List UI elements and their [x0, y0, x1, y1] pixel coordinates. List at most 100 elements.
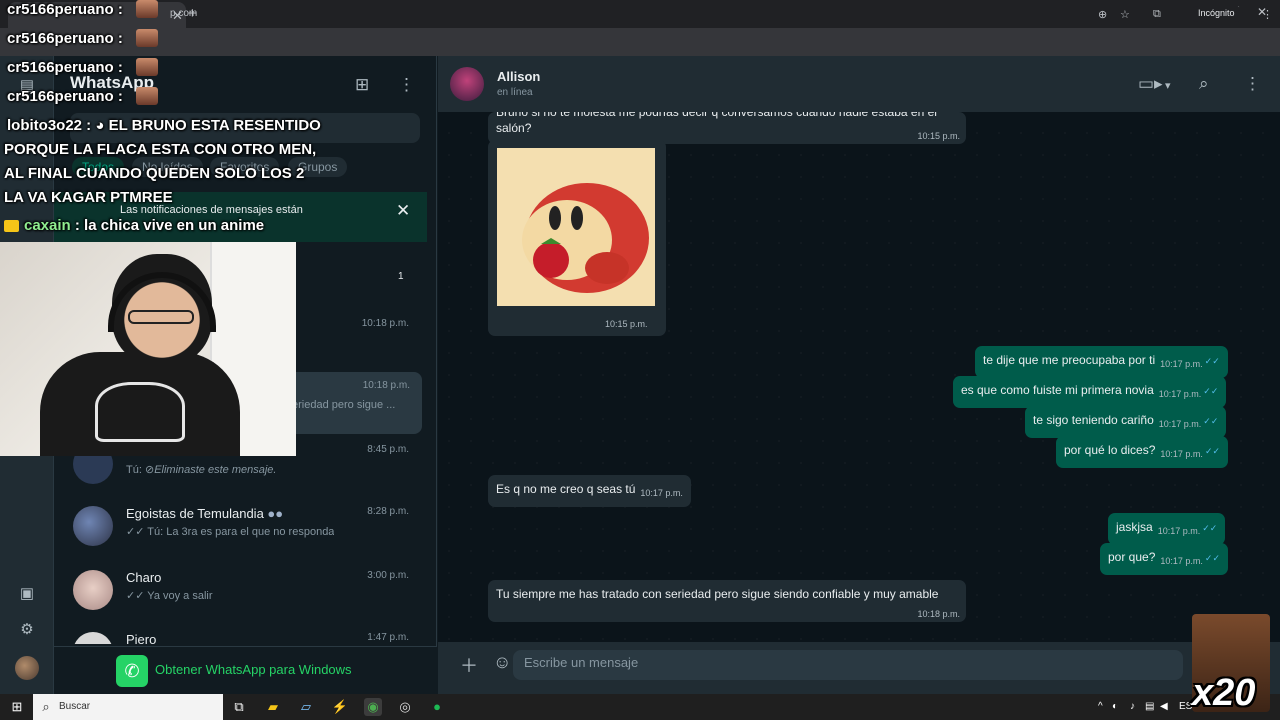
- contact-name[interactable]: Allison: [497, 69, 540, 84]
- stream-chat-user: cr5166peruano: [7, 88, 114, 105]
- avatar: [73, 506, 113, 546]
- message-time: 10:17 p.m.: [1160, 359, 1203, 369]
- extensions-icon[interactable]: ⧉: [1153, 8, 1161, 21]
- notepad-icon[interactable]: ▱: [297, 698, 315, 716]
- stream-chat-user: cr5166peruano: [7, 1, 114, 18]
- browser-menu-icon[interactable]: ⋮: [1262, 8, 1273, 21]
- stream-chat-text: EL BRUNO ESTA RESENTIDO: [108, 117, 321, 134]
- double-check-icon: ✓✓: [126, 526, 145, 538]
- stream-chat-line: PORQUE LA FLACA ESTA CON OTRO MEN,: [4, 141, 317, 158]
- emote-icon: [136, 0, 158, 18]
- address-bar[interactable]: [0, 28, 1280, 56]
- message-incoming: Tu siempre me has tratado con seriedad p…: [488, 580, 966, 622]
- stream-chat-line: AL FINAL CUANDO QUEDEN SOLO LOS 2: [4, 165, 305, 182]
- task-view-icon[interactable]: ⧉: [230, 698, 248, 716]
- chat-preview: Tú: ⊘Eliminaste este mensaje.: [126, 463, 276, 476]
- contact-avatar[interactable]: [450, 67, 484, 101]
- message-time: 10:15 p.m.: [605, 319, 648, 329]
- attach-plus-icon[interactable]: ＋: [460, 652, 478, 678]
- chat-list-item[interactable]: Egoistas de Temulandia ●● 8:28 p.m. ✓✓ T…: [54, 498, 427, 560]
- chat-time: 8:28 p.m.: [367, 506, 409, 517]
- media-icon[interactable]: ▣: [17, 584, 37, 604]
- crown-icon: [4, 220, 19, 232]
- windows-start-icon[interactable]: ⊞: [8, 698, 26, 716]
- get-app-banner[interactable]: ✆ Obtener WhatsApp para Windows: [54, 646, 437, 694]
- emote-icon: [136, 29, 158, 47]
- chat-preview: ✓✓ Ya voy a salir: [126, 589, 213, 602]
- read-ticks-icon: ✓✓: [1204, 356, 1220, 366]
- shirt-pattern: [95, 382, 185, 442]
- new-chat-icon[interactable]: ⊞: [355, 75, 369, 95]
- read-ticks-icon: ✓✓: [1203, 416, 1219, 426]
- emote-icon: ◕: [95, 117, 105, 134]
- tray-chevron-icon[interactable]: ^: [1098, 701, 1103, 712]
- message-text: te sigo teniendo cariño: [1033, 413, 1154, 427]
- read-ticks-icon: ✓✓: [1203, 386, 1219, 396]
- network-icon[interactable]: ▤: [1145, 701, 1154, 712]
- chat-list-item[interactable]: Charo 3:00 p.m. ✓✓ Ya voy a salir: [54, 562, 427, 624]
- stream-chat-text: la chica vive en un anime: [84, 217, 265, 234]
- read-ticks-icon: ✓✓: [1202, 523, 1218, 533]
- message-text: Bruno si no te molesta me podrías decir …: [496, 112, 937, 135]
- chat-list-item[interactable]: Piero 1:47 p.m.: [54, 624, 427, 644]
- stream-chat-line: cr5166peruano :: [7, 59, 123, 76]
- volume-icon[interactable]: ◀: [1160, 701, 1168, 712]
- chat-preview-text: Eliminaste este mensaje.: [154, 464, 277, 476]
- message-outgoing: jaskjsa 10:17 p.m. ✓✓: [1108, 513, 1226, 545]
- whatsapp-logo-icon: ✆: [116, 655, 148, 687]
- glasses: [128, 310, 194, 324]
- menu-icon[interactable]: ⋮: [1244, 74, 1261, 94]
- message-outgoing: es que como fuiste mi primera novia 10:17…: [953, 376, 1227, 408]
- message-time: 10:17 p.m.: [1157, 526, 1201, 536]
- message-outgoing: por que? 10:17 p.m. ✓✓: [1100, 543, 1228, 575]
- menu-icon[interactable]: ⋮: [398, 75, 415, 95]
- incognito-badge[interactable]: Incógnito: [1190, 6, 1243, 22]
- message-time: 10:17 p.m.: [1158, 419, 1202, 429]
- chat-name-text: Egoistas de Temulandia: [126, 506, 264, 521]
- stream-chat-line: cr5166peruano :: [7, 1, 123, 18]
- get-app-label[interactable]: Obtener WhatsApp para Windows: [155, 662, 352, 677]
- unread-badge: 1: [398, 271, 404, 282]
- app-icon[interactable]: ⚡: [331, 698, 349, 716]
- chrome-icon[interactable]: ◉: [364, 698, 382, 716]
- message-text: es que como fuiste mi primera novia: [961, 383, 1154, 397]
- stream-chat-line: LA VA KAGAR PTMREE: [4, 189, 173, 206]
- tray-app-icon[interactable]: ◐: [1112, 701, 1118, 712]
- close-icon[interactable]: ✕: [396, 201, 410, 221]
- chat-time: 10:18 p.m.: [361, 318, 409, 329]
- video-call-icon[interactable]: ▭▸: [1138, 74, 1163, 94]
- bookmark-star-icon[interactable]: ☆: [1120, 8, 1130, 21]
- emoji-icon[interactable]: ☺: [493, 652, 511, 673]
- profile-avatar[interactable]: [15, 656, 39, 680]
- emote-icon: [136, 58, 158, 76]
- url-text[interactable]: p.com: [170, 8, 197, 19]
- file-explorer-icon[interactable]: ▰: [264, 698, 282, 716]
- chat-name: Piero: [126, 632, 157, 644]
- chat-time: 3:00 p.m.: [367, 570, 409, 581]
- deleted-icon: ⊘: [144, 464, 155, 476]
- double-check-icon: ✓✓: [126, 590, 145, 602]
- search-icon[interactable]: ⌕: [1199, 74, 1209, 94]
- mic-icon[interactable]: ♪: [1130, 701, 1135, 712]
- stream-chat-user: cr5166peruano: [7, 30, 114, 47]
- chat-time: 8:45 p.m.: [367, 444, 409, 455]
- zoom-icon[interactable]: ⊕: [1098, 8, 1107, 21]
- settings-icon[interactable]: ⚙: [17, 620, 37, 640]
- obs-icon[interactable]: ◎: [396, 698, 414, 716]
- chat-name: Charo: [126, 570, 162, 585]
- stream-chat-user: lobito3o22: [7, 117, 83, 134]
- message-image[interactable]: 10:15 p.m.: [488, 140, 666, 336]
- spotify-icon[interactable]: ●: [428, 698, 446, 716]
- message-input-placeholder: Escribe un mensaje: [524, 655, 639, 670]
- contact-status: en línea: [497, 87, 533, 98]
- message-text: Es q no me creo q seas tú: [496, 482, 636, 496]
- message-time: 10:17 p.m.: [640, 488, 683, 498]
- stream-chat-line: caxain : la chica vive en un anime: [24, 217, 265, 234]
- chat-preview: eriedad pero sigue ...: [292, 399, 396, 411]
- message-time: 10:15 p.m.: [917, 131, 960, 141]
- message-time: 10:18 p.m.: [917, 609, 960, 619]
- stream-chat-user: caxain: [24, 217, 71, 234]
- avatar: [73, 632, 113, 644]
- stream-chat-user: cr5166peruano: [7, 59, 114, 76]
- chevron-down-icon[interactable]: ▾: [1165, 79, 1171, 92]
